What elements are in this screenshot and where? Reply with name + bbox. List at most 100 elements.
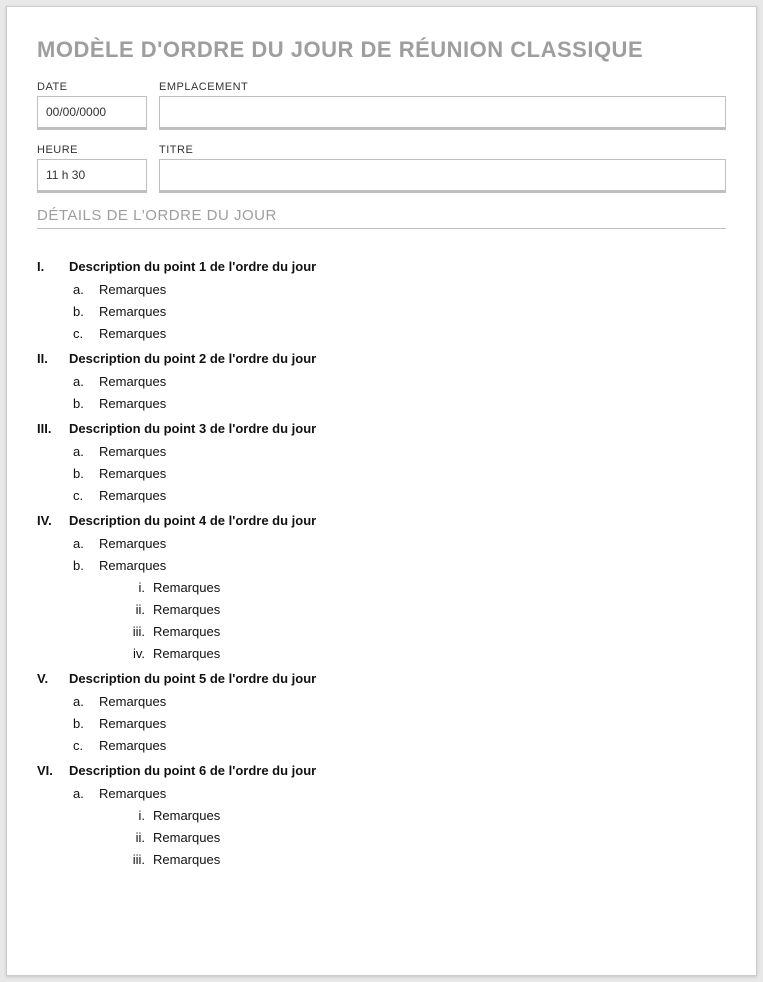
agenda-subsub-text: Remarques [153,580,220,595]
agenda-sub-text: Remarques [99,786,166,801]
agenda-subsub-text: Remarques [153,808,220,823]
agenda-item-number: III. [37,421,69,436]
agenda-item-head: IV.Description du point 4 de l'ordre du … [37,513,726,528]
agenda-subsub-number: iv. [125,646,153,661]
field-time: HEURE [37,144,147,193]
agenda-sub-letter: a. [73,786,99,801]
agenda-sub-text: Remarques [99,326,166,341]
agenda-sub-text: Remarques [99,282,166,297]
agenda-item-title: Description du point 3 de l'ordre du jou… [69,421,316,436]
agenda-item-title: Description du point 4 de l'ordre du jou… [69,513,316,528]
agenda-subsub-text: Remarques [153,646,220,661]
agenda-subsub-number: i. [125,808,153,823]
agenda-sub-item: a.Remarques [37,374,726,389]
agenda-subsub-item: ii.Remarques [37,602,726,617]
agenda-subsub-item: ii.Remarques [37,830,726,845]
agenda-sub-letter: a. [73,444,99,459]
agenda-subsub-item: iii.Remarques [37,852,726,867]
agenda-subsub-number: ii. [125,602,153,617]
row-date-location: DATE EMPLACEMENT [37,81,726,130]
agenda-sub-item: b.Remarques [37,466,726,481]
agenda-subsub-text: Remarques [153,852,220,867]
agenda-subsub-number: iii. [125,852,153,867]
label-date: DATE [37,81,147,93]
agenda-sub-item: b.Remarques [37,396,726,411]
agenda-item-title: Description du point 1 de l'ordre du jou… [69,259,316,274]
agenda-sub-letter: b. [73,396,99,411]
agenda-sub-text: Remarques [99,536,166,551]
agenda-item: II.Description du point 2 de l'ordre du … [37,351,726,411]
agenda-item: III.Description du point 3 de l'ordre du… [37,421,726,503]
agenda-sub-text: Remarques [99,304,166,319]
input-time[interactable] [37,159,147,193]
agenda-item-number: II. [37,351,69,366]
agenda-sub-letter: b. [73,558,99,573]
agenda-sub-item: c.Remarques [37,326,726,341]
agenda-sub-letter: c. [73,738,99,753]
agenda-sub-text: Remarques [99,694,166,709]
document-page: MODÈLE D'ORDRE DU JOUR DE RÉUNION CLASSI… [6,6,757,976]
agenda-subsub-item: iv.Remarques [37,646,726,661]
agenda-subsub-number: ii. [125,830,153,845]
field-subject: TITRE [159,144,726,193]
agenda-sub-letter: a. [73,282,99,297]
agenda-sub-letter: a. [73,536,99,551]
agenda-item-title: Description du point 5 de l'ordre du jou… [69,671,316,686]
agenda-sub-text: Remarques [99,716,166,731]
agenda-sub-item: a.Remarques [37,786,726,801]
agenda-subsub-text: Remarques [153,624,220,639]
agenda-sub-text: Remarques [99,444,166,459]
agenda-item-head: V.Description du point 5 de l'ordre du j… [37,671,726,686]
agenda-sub-item: b.Remarques [37,716,726,731]
input-subject[interactable] [159,159,726,193]
agenda-subsub-item: iii.Remarques [37,624,726,639]
agenda-sub-item: c.Remarques [37,738,726,753]
label-subject: TITRE [159,144,726,156]
input-location[interactable] [159,96,726,130]
agenda-item: V.Description du point 5 de l'ordre du j… [37,671,726,753]
agenda-subsub-number: iii. [125,624,153,639]
agenda-item-number: V. [37,671,69,686]
agenda-sub-letter: b. [73,304,99,319]
label-time: HEURE [37,144,147,156]
agenda-sub-letter: a. [73,694,99,709]
agenda-subsub-text: Remarques [153,830,220,845]
agenda-item-number: VI. [37,763,69,778]
agenda-item-title: Description du point 6 de l'ordre du jou… [69,763,316,778]
agenda-sub-text: Remarques [99,466,166,481]
agenda-sub-letter: a. [73,374,99,389]
agenda-sub-item: a.Remarques [37,536,726,551]
agenda-item: IV.Description du point 4 de l'ordre du … [37,513,726,661]
agenda-sub-letter: c. [73,326,99,341]
agenda-sub-item: c.Remarques [37,488,726,503]
agenda-item: I.Description du point 1 de l'ordre du j… [37,259,726,341]
page-title: MODÈLE D'ORDRE DU JOUR DE RÉUNION CLASSI… [37,37,726,63]
agenda-item-head: II.Description du point 2 de l'ordre du … [37,351,726,366]
agenda-sub-text: Remarques [99,558,166,573]
agenda-sub-item: a.Remarques [37,694,726,709]
agenda-item-head: III.Description du point 3 de l'ordre du… [37,421,726,436]
input-date[interactable] [37,96,147,130]
section-header-agenda: DÉTAILS DE L'ORDRE DU JOUR [37,207,726,229]
agenda-item-title: Description du point 2 de l'ordre du jou… [69,351,316,366]
agenda-sub-text: Remarques [99,374,166,389]
agenda-sub-item: b.Remarques [37,558,726,573]
agenda-item-number: IV. [37,513,69,528]
field-location: EMPLACEMENT [159,81,726,130]
agenda-sub-letter: b. [73,466,99,481]
agenda-sub-text: Remarques [99,738,166,753]
row-time-subject: HEURE TITRE [37,144,726,193]
agenda-subsub-number: i. [125,580,153,595]
label-location: EMPLACEMENT [159,81,726,93]
agenda-item-head: VI.Description du point 6 de l'ordre du … [37,763,726,778]
agenda-item-head: I.Description du point 1 de l'ordre du j… [37,259,726,274]
agenda-sub-item: a.Remarques [37,282,726,297]
agenda-subsub-text: Remarques [153,602,220,617]
agenda-item: VI.Description du point 6 de l'ordre du … [37,763,726,867]
agenda-item-number: I. [37,259,69,274]
agenda-subsub-item: i.Remarques [37,580,726,595]
agenda-sub-item: a.Remarques [37,444,726,459]
agenda-list: I.Description du point 1 de l'ordre du j… [37,259,726,867]
agenda-subsub-item: i.Remarques [37,808,726,823]
agenda-sub-letter: c. [73,488,99,503]
